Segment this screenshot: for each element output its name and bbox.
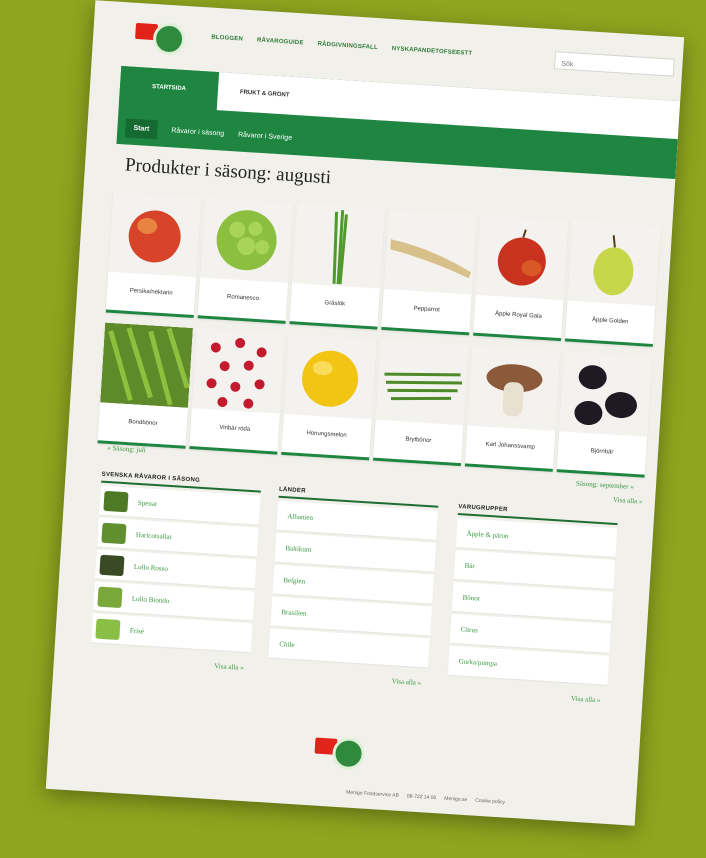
- footer-logo[interactable]: [312, 731, 372, 771]
- product-name: Äpple Royal Gala: [494, 310, 542, 320]
- subnav-start[interactable]: Start: [124, 118, 158, 140]
- sub-navigation: Start Råvaror i säsong Råvaror i Sverige: [124, 118, 293, 147]
- view-all-link[interactable]: Visa alla »: [267, 669, 427, 687]
- product-card[interactable]: Gräslök: [289, 203, 385, 330]
- product-name: Pepparrot: [413, 305, 440, 314]
- mushroom-image: [467, 345, 561, 431]
- logo-green-circle: [331, 736, 366, 771]
- peach-image: [108, 191, 202, 278]
- product-card[interactable]: Persika/nektarin: [105, 191, 202, 319]
- red-apple-image: [475, 214, 569, 301]
- list-item-label: Frisé: [129, 626, 145, 636]
- string-beans-image: [375, 339, 469, 426]
- product-card[interactable]: Brytbönor: [373, 339, 469, 467]
- redcurrant-image: [191, 328, 285, 414]
- nav-link-bloggen[interactable]: BLOGGEN: [211, 35, 243, 43]
- blackberry-image: [559, 351, 653, 437]
- product-name: Vinbär röda: [219, 424, 251, 433]
- lettuce-thumbnail: [101, 522, 127, 544]
- horseradish-image: [383, 209, 477, 295]
- list-item[interactable]: Chile: [268, 628, 430, 668]
- product-card[interactable]: Äpple Golden: [564, 220, 661, 347]
- product-name: Brytbönor: [405, 436, 432, 445]
- product-card[interactable]: Karl Johanssvamp: [464, 345, 561, 472]
- menigo-logo[interactable]: [132, 17, 192, 57]
- product-name: Romanesco: [226, 294, 260, 303]
- product-name: Bondbönor: [128, 419, 158, 427]
- product-name: Karl Johanssvamp: [485, 441, 536, 451]
- list-item-label: Lollo Rosso: [133, 562, 169, 573]
- nav-link-radgivningsfall[interactable]: RÅDGIVNINGSFALL: [317, 41, 378, 51]
- product-name: Persika/nektarin: [129, 287, 173, 297]
- frise-thumbnail: [95, 618, 121, 640]
- footer-cookie-link[interactable]: Cookie policy: [475, 798, 505, 806]
- product-card[interactable]: Björnbär: [556, 351, 653, 478]
- list-item-label: Haricotsallat: [135, 530, 172, 541]
- list-item-label: Lollo Biondo: [131, 594, 170, 605]
- nav-link-nyskapande[interactable]: NYSKAPANDETOFSEESTT: [392, 46, 473, 57]
- product-card[interactable]: Romanesco: [197, 197, 294, 324]
- product-card[interactable]: Vinbär röda: [189, 328, 285, 455]
- webpage-screenshot: BLOGGEN RÅVAROGUIDE RÅDGIVNINGSFALL NYSK…: [45, 0, 685, 826]
- product-name: Björnbär: [590, 448, 614, 456]
- footer-phone: 08-722 14 00: [406, 793, 437, 802]
- product-card[interactable]: Pepparrot: [381, 209, 477, 336]
- previous-season-link[interactable]: « Säsong: juli: [107, 444, 146, 454]
- nav-link-ravaroguide[interactable]: RÅVAROGUIDE: [257, 37, 304, 46]
- view-all-link[interactable]: Visa alla »: [446, 687, 606, 705]
- product-name: Honungsmelon: [306, 430, 347, 439]
- romanesco-image: [200, 197, 294, 283]
- footer-company: Menigo Foodservice AB: [345, 789, 400, 799]
- list-item-label: Spenat: [137, 498, 158, 508]
- next-season-link[interactable]: Säsong: september »: [576, 479, 634, 491]
- subnav-ravaror-i-sverige[interactable]: Råvaror i Sverige: [238, 131, 292, 141]
- product-card[interactable]: Bondbönor: [97, 322, 193, 449]
- top-navigation: BLOGGEN RÅVAROGUIDE RÅDGIVNINGSFALL NYSK…: [211, 35, 472, 57]
- swedish-products-column: SVENSKA RÅVAROR I SÄSONG Spenat Haricots…: [90, 471, 262, 673]
- list-item[interactable]: Frisé: [91, 613, 253, 653]
- product-card[interactable]: Honungsmelon: [281, 334, 377, 461]
- melon-image: [283, 334, 377, 420]
- list-item[interactable]: Gurka/pumpa: [447, 645, 610, 685]
- product-groups-column: VARUGRUPPER Äpple & päron Bär Bönor Citr…: [446, 504, 619, 705]
- page-title: Produkter i säsong: augusti: [124, 154, 332, 189]
- countries-column: LÄNDER Albanien Baltikum Belgien Brasili…: [267, 486, 439, 688]
- logo-green-circle: [152, 21, 187, 56]
- footer-site-link[interactable]: Menigo.se: [444, 796, 467, 803]
- season-view-all-link[interactable]: Visa alla »: [613, 496, 643, 506]
- footer-links: Menigo Foodservice AB 08-722 14 00 Menig…: [346, 790, 505, 806]
- product-grid: Persika/nektarin Romanesco Gräslök Peppa…: [97, 191, 665, 478]
- subnav-ravaror-i-sasong[interactable]: Råvaror i säsong: [171, 127, 224, 137]
- search-box: [553, 51, 675, 80]
- search-input[interactable]: [554, 55, 674, 80]
- tab-startsida[interactable]: STARTSIDA: [118, 66, 220, 111]
- product-card[interactable]: Äpple Royal Gala: [473, 214, 569, 342]
- spinach-thumbnail: [103, 490, 129, 512]
- view-all-link[interactable]: Visa alla »: [90, 654, 250, 672]
- lollo-biondo-thumbnail: [97, 586, 123, 608]
- green-beans-image: [100, 322, 193, 408]
- product-name: Äpple Golden: [591, 317, 629, 326]
- product-name: Gräslök: [324, 300, 346, 308]
- chives-image: [292, 203, 385, 289]
- lollo-rosso-thumbnail: [99, 554, 125, 576]
- green-apple-image: [567, 220, 661, 307]
